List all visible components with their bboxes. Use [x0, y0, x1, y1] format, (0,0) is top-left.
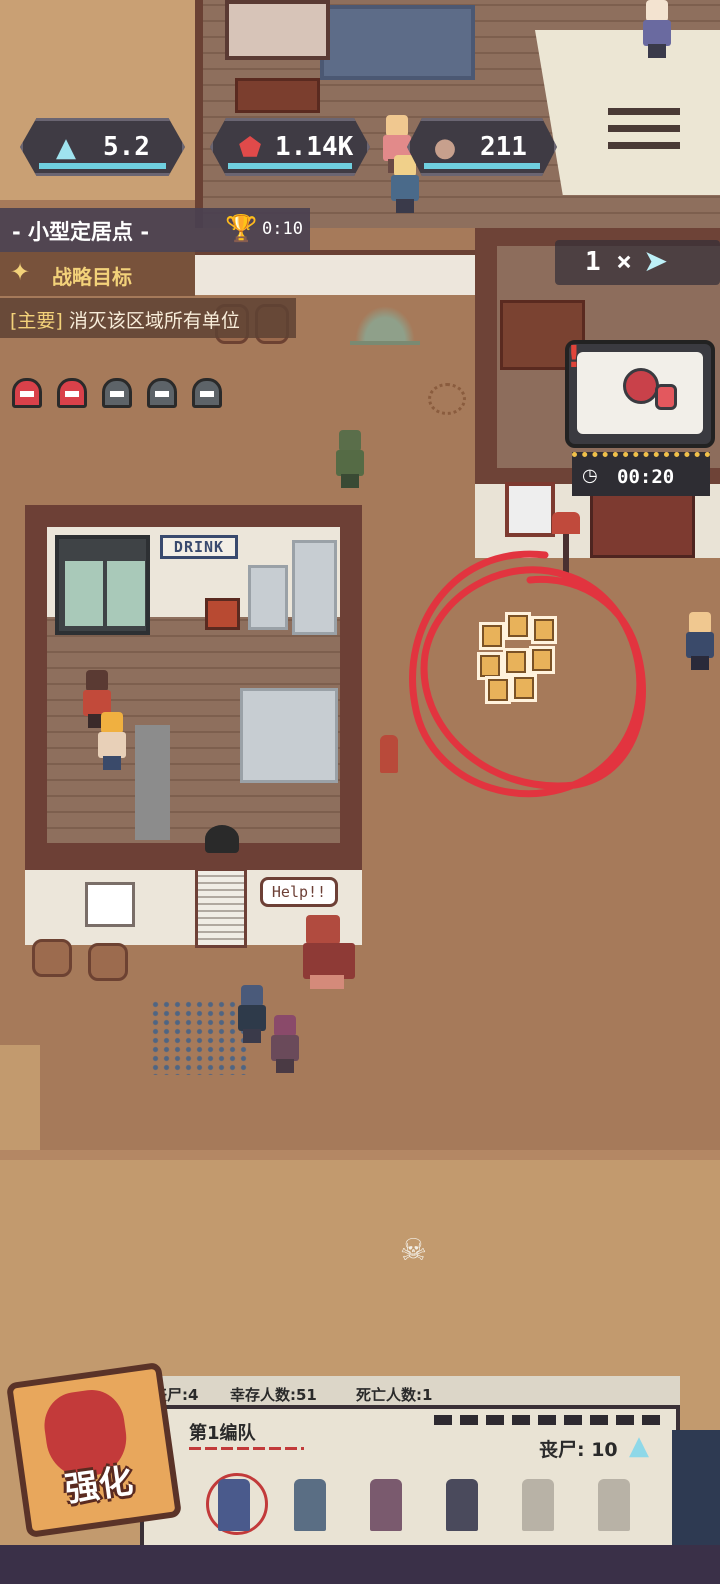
- help-speech-bubble: Help!!: [260, 877, 338, 907]
- alert-icon: !: [567, 340, 581, 375]
- crystal-icon: ▲: [56, 133, 76, 163]
- gear-value: 1.14K: [275, 132, 354, 162]
- wave-indicator-icon: [12, 378, 42, 408]
- wave-indicator-icon: [57, 378, 87, 408]
- event-timer-bar: ◷ 00:20: [572, 452, 710, 496]
- unit-slot[interactable]: [434, 1473, 490, 1539]
- zombie-unit-icon: [446, 1479, 478, 1531]
- roof-vent: [608, 142, 680, 149]
- desert-sand-left: [0, 1045, 40, 1165]
- potion-icon: [655, 384, 677, 410]
- drink-sign: DRINK: [160, 535, 238, 559]
- objective-title: 战略目标: [52, 265, 132, 289]
- objective-tag: [主要]: [10, 310, 63, 332]
- upgrade-button[interactable]: 强化: [0, 1351, 193, 1550]
- fast-forward-icon: ➤: [643, 244, 669, 279]
- level-banner: - 小型定居点 - 🏆 0:10: [0, 208, 310, 252]
- red-highlight-circle: [409, 550, 646, 798]
- drink-fridge: [55, 535, 150, 635]
- roof-vent: [608, 125, 680, 132]
- level-name: - 小型定居点 -: [12, 220, 150, 244]
- level-timer: 0:10: [262, 219, 303, 239]
- gear-resource: ⬟ 1.14K: [210, 118, 370, 176]
- locked-unit-icon: [522, 1479, 554, 1531]
- tumbleweed: [428, 383, 466, 415]
- locked-unit-slot[interactable]: [586, 1473, 642, 1539]
- speed-label: 1 ×: [585, 247, 632, 277]
- zombie-unit-icon: [218, 1479, 250, 1531]
- potion-icon: [623, 368, 659, 404]
- wave-indicator-icon: [102, 378, 132, 408]
- civilian[interactable]: [683, 612, 717, 670]
- unit-slot[interactable]: [358, 1473, 414, 1539]
- road-edge: [0, 1150, 720, 1160]
- stat-dead: 死亡人数:1: [356, 1386, 433, 1404]
- trophy-icon: 🏆: [225, 214, 258, 244]
- objective-header[interactable]: ✦ 战略目标: [0, 252, 195, 296]
- locked-unit-slot[interactable]: [510, 1473, 566, 1539]
- soldier-enemy[interactable]: [333, 430, 367, 488]
- crystal-resource: ▲ 5.2: [20, 118, 185, 176]
- event-screen: [577, 352, 703, 434]
- gear-icon: ⬟: [238, 133, 262, 163]
- roof-vent: [608, 108, 680, 115]
- objective-line: [主要] 消灭该区域所有单位: [0, 298, 296, 338]
- stone-resource: ● 211: [407, 118, 557, 176]
- wave-indicators: [12, 378, 222, 413]
- zombie[interactable]: [235, 985, 269, 1043]
- unit-slot[interactable]: [282, 1473, 338, 1539]
- civilian[interactable]: [640, 0, 674, 58]
- store-shelf: [292, 540, 337, 635]
- shop-window: [505, 482, 555, 537]
- objective-text: 消灭该区域所有单位: [68, 310, 240, 332]
- panel-bottom-decoration: [0, 1545, 720, 1584]
- wave-indicator-icon: [147, 378, 177, 408]
- piano: [225, 0, 330, 60]
- civilian[interactable]: [95, 712, 129, 770]
- squad-zombie-count: 丧尸: 10: [539, 1439, 618, 1461]
- store-door: [195, 868, 247, 948]
- objective-star-icon: ✦: [10, 258, 31, 286]
- unit-slot[interactable]: [206, 1473, 268, 1539]
- panel-dash-decoration: [434, 1415, 664, 1425]
- crystal-value: 5.2: [103, 132, 150, 162]
- stone-icon: ●: [433, 133, 457, 163]
- barrels: [32, 935, 132, 981]
- zombie-unit-icon: [370, 1479, 402, 1531]
- wave-indicator-icon: [192, 378, 222, 408]
- speed-button[interactable]: 1 × ➤: [555, 240, 720, 285]
- fire-hydrant: [380, 735, 398, 773]
- event-timer: 00:20: [617, 466, 675, 488]
- stone-value: 211: [480, 132, 527, 162]
- stat-survivors: 幸存人数:51: [230, 1386, 317, 1404]
- mailbox: [552, 512, 580, 534]
- black-cat: [205, 825, 239, 853]
- squad-panel: 第1编队 丧尸: 10 ▲: [140, 1405, 680, 1545]
- store-window: [85, 882, 135, 927]
- clock-icon: ◷: [582, 465, 598, 486]
- squad-underline: [189, 1447, 304, 1450]
- zombie-brute[interactable]: [300, 915, 356, 990]
- bench: [235, 78, 320, 113]
- store-shelf: [248, 565, 288, 630]
- skeleton-icon: ☠: [400, 1233, 427, 1268]
- event-card[interactable]: !: [565, 340, 715, 448]
- blue-rug: [320, 5, 475, 80]
- bush: [350, 300, 420, 345]
- zombie[interactable]: [268, 1015, 302, 1073]
- wall-strip: [195, 250, 475, 295]
- locked-unit-icon: [598, 1479, 630, 1531]
- store-basket: [205, 598, 240, 630]
- zombie-unit-icon: [294, 1479, 326, 1531]
- store-shelf: [240, 688, 338, 783]
- store-counter: [135, 725, 170, 840]
- crystal-icon: ▲: [629, 1431, 649, 1461]
- squad-name-tab[interactable]: 第1编队: [189, 1419, 256, 1445]
